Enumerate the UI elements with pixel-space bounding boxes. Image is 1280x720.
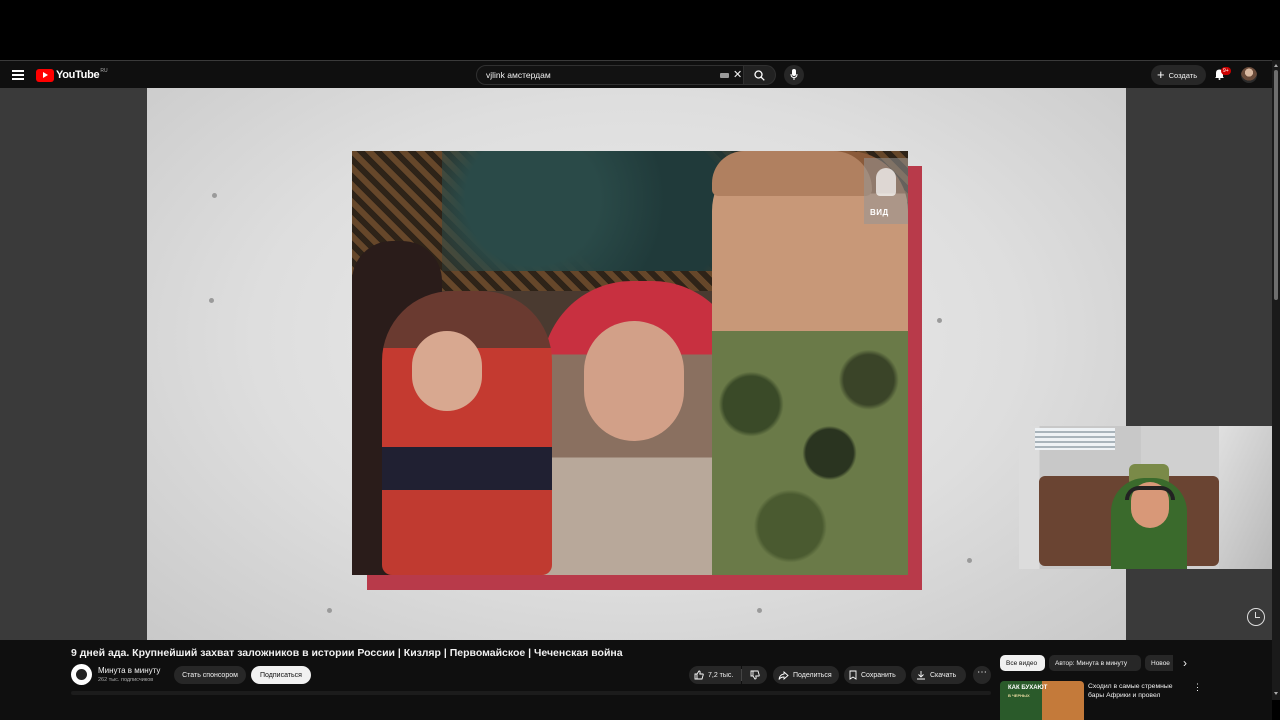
watch-metadata: 9 дней ада. Крупнейший захват заложников… — [0, 640, 1272, 720]
thumbs-up-icon — [694, 670, 704, 680]
join-button[interactable]: Стать спонсором — [174, 666, 246, 684]
channel-name[interactable]: Минута в минуту — [98, 666, 160, 675]
channel-watermark: ВИД — [864, 158, 908, 224]
description-box-edge — [71, 691, 991, 695]
save-label: Сохранить — [861, 671, 896, 679]
watermark-text: ВИД — [870, 208, 889, 217]
keyboard-icon[interactable] — [720, 73, 729, 78]
notification-badge: 9+ — [1221, 67, 1231, 75]
scroll-down-arrow[interactable] — [1274, 692, 1278, 695]
search-query[interactable]: vjlink амстердам — [486, 70, 551, 80]
child — [382, 291, 552, 575]
chip-all-videos[interactable]: Все видео — [1000, 655, 1045, 671]
related-video-title[interactable]: Сходил в самые стремные бары Африки и пр… — [1088, 682, 1184, 699]
download-label: Скачать — [930, 671, 957, 679]
search-input[interactable]: vjlink амстердам ✕ — [476, 65, 744, 85]
dislike-button[interactable] — [742, 666, 767, 684]
save-button[interactable]: Сохранить — [844, 666, 906, 684]
logo-region: RU — [100, 68, 108, 74]
thumbs-down-icon — [750, 670, 760, 680]
webcam-curtain — [1219, 426, 1273, 569]
like-button[interactable]: 7,2 тыс. — [689, 666, 741, 684]
masthead: YouTube RU vjlink амстердам ✕ + Создать … — [0, 60, 1272, 88]
subscribe-button[interactable]: Подписаться — [251, 666, 311, 684]
chevron-right-icon[interactable]: › — [1183, 657, 1187, 669]
clear-icon[interactable]: ✕ — [733, 69, 742, 81]
camouflage-jacket — [712, 331, 908, 575]
scroll-up-arrow[interactable] — [1274, 64, 1278, 67]
video-title: 9 дней ада. Крупнейший захват заложников… — [71, 647, 623, 659]
carpet-pattern — [442, 151, 742, 271]
scrollbar-thumb[interactable] — [1274, 70, 1278, 300]
create-label: Создать — [1168, 70, 1198, 80]
thumbnail-text-line1: КАК БУХАЮТ — [1008, 685, 1048, 691]
search-icon — [754, 70, 765, 81]
related-thumbnail[interactable]: КАК БУХАЮТ В ЧЕРНЫХ — [1000, 681, 1084, 720]
child-face — [412, 331, 482, 411]
voice-search-button[interactable] — [784, 65, 804, 85]
webcam-window-blinds — [1035, 428, 1115, 450]
plus-icon: + — [1157, 67, 1165, 82]
more-actions-button[interactable]: ⋯ — [973, 666, 991, 684]
create-button[interactable]: + Создать — [1151, 65, 1206, 85]
headphones — [1125, 486, 1175, 500]
share-label: Поделиться — [793, 671, 832, 679]
webcam-overlay — [1019, 426, 1273, 569]
share-button[interactable]: Поделиться — [773, 666, 839, 684]
screen-letterbox-top — [0, 0, 1280, 60]
watermark-logo — [876, 168, 896, 196]
subscriber-count: 262 тыс. подписчиков — [98, 677, 154, 683]
clock-icon[interactable] — [1247, 608, 1265, 626]
account-avatar[interactable] — [1241, 67, 1257, 83]
chip-new[interactable]: Новое — [1145, 655, 1173, 671]
more-vert-icon[interactable]: ⋮ — [1193, 682, 1202, 693]
player-side-left — [0, 88, 147, 640]
like-count: 7,2 тыс. — [708, 671, 734, 679]
video-player[interactable]: ВИД — [147, 88, 1126, 640]
chip-author[interactable]: Автор: Минута в минуту — [1049, 655, 1141, 671]
download-button[interactable]: Скачать — [911, 666, 966, 684]
save-icon — [849, 670, 857, 680]
share-icon — [778, 670, 789, 680]
woman-face — [584, 321, 684, 441]
thumbnail-text-line2: В ЧЕРНЫХ — [1008, 693, 1030, 698]
logo-text: YouTube — [56, 69, 100, 81]
search-button[interactable] — [744, 65, 776, 85]
youtube-play-icon — [36, 68, 54, 82]
menu-icon[interactable] — [12, 70, 24, 80]
youtube-logo[interactable]: YouTube RU — [36, 68, 108, 82]
man-cap — [712, 151, 872, 196]
thumbnail-text: КАК БУХАЮТ В ЧЕРНЫХ — [1008, 685, 1047, 700]
download-icon — [917, 671, 925, 680]
channel-avatar[interactable] — [71, 664, 92, 685]
mic-icon — [790, 69, 798, 80]
archival-photo — [352, 151, 908, 575]
